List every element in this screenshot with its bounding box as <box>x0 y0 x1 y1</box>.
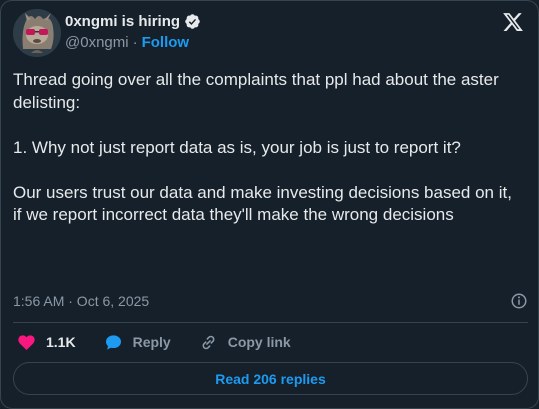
like-count: 1.1K <box>46 334 76 350</box>
divider <box>13 322 528 323</box>
verified-badge-icon <box>184 13 201 30</box>
heart-icon <box>18 334 35 350</box>
action-bar: 1.1K Reply Copy link <box>17 331 319 353</box>
display-name[interactable]: 0xngmi is hiring <box>65 13 180 30</box>
handle-row: @0xngmi · Follow <box>65 34 189 51</box>
like-button[interactable]: 1.1K <box>17 333 76 352</box>
copy-link-label: Copy link <box>227 334 291 350</box>
follow-button[interactable]: Follow <box>142 34 190 51</box>
timestamp[interactable]: 1:56 AM · Oct 6, 2025 <box>13 293 149 309</box>
x-logo-icon[interactable] <box>502 11 524 33</box>
info-icon[interactable] <box>510 292 528 310</box>
avatar-image <box>13 9 61 57</box>
link-icon <box>202 335 215 349</box>
name-row: 0xngmi is hiring <box>65 13 201 30</box>
avatar[interactable] <box>13 9 61 57</box>
handle[interactable]: @0xngmi <box>65 34 129 51</box>
separator: · <box>132 34 138 51</box>
copy-link-button[interactable]: Copy link <box>199 333 291 352</box>
tweet-text: Thread going over all the complaints tha… <box>13 70 512 224</box>
tweet-card: 0xngmi is hiring @0xngmi · Follow Thread… <box>0 0 539 409</box>
tweet-header: 0xngmi is hiring @0xngmi · Follow <box>13 9 528 57</box>
read-replies-button[interactable]: Read 206 replies <box>13 362 528 395</box>
reply-button[interactable]: Reply <box>104 333 171 352</box>
reply-bubble-icon <box>105 334 121 350</box>
reply-label: Reply <box>132 334 171 350</box>
tweet-meta: 1:56 AM · Oct 6, 2025 <box>13 291 528 311</box>
